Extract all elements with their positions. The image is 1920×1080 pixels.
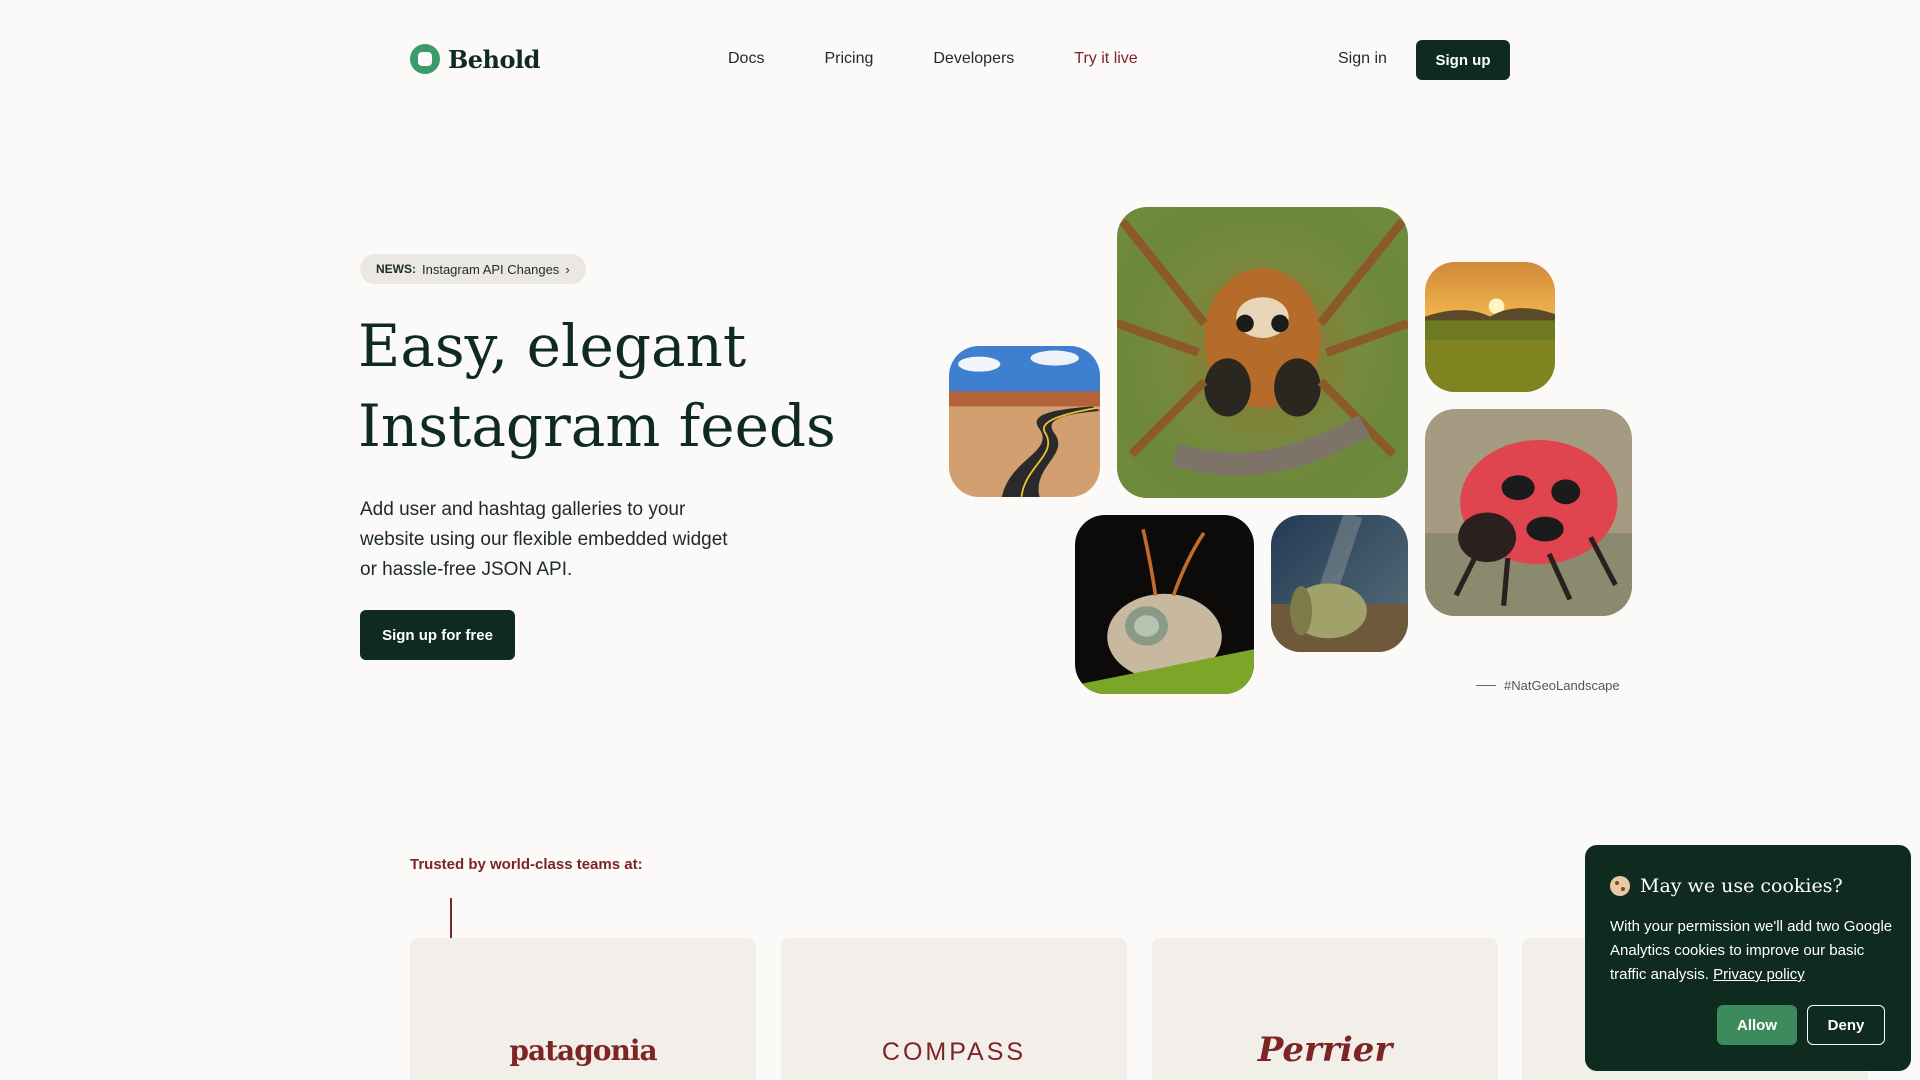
brand-logo-patagonia: patagonia	[509, 1034, 657, 1067]
logo-mark-icon	[410, 44, 440, 74]
signup-free-button[interactable]: Sign up for free	[360, 610, 515, 660]
nav-link-pricing[interactable]: Pricing	[824, 50, 873, 68]
nav-link-docs[interactable]: Docs	[728, 50, 764, 68]
privacy-policy-link[interactable]: Privacy policy	[1713, 966, 1805, 983]
photo-sunflower-field	[1425, 262, 1555, 392]
hero-title: Easy, elegant Instagram feeds	[358, 306, 918, 466]
cookie-icon	[1610, 876, 1630, 896]
cookie-text: With your permission we'll add two Googl…	[1610, 915, 1900, 987]
cookie-banner: May we use cookies? With your permission…	[1585, 845, 1911, 1071]
allow-cookies-button[interactable]: Allow	[1717, 1005, 1797, 1045]
photo-ladybug	[1425, 409, 1632, 616]
brand-card-compass: COMPASS	[781, 938, 1127, 1080]
signin-link[interactable]: Sign in	[1338, 50, 1387, 68]
logo-text: Behold	[448, 44, 540, 74]
hashtag-text: #NatGeoLandscape	[1504, 678, 1620, 693]
photo-spider	[1117, 207, 1408, 498]
photo-milky-way-hay-bale	[1271, 515, 1408, 652]
hashtag-caption: #NatGeoLandscape	[1476, 678, 1620, 693]
brand-card-patagonia: patagonia	[410, 938, 756, 1080]
nav-link-developers[interactable]: Developers	[933, 50, 1014, 68]
hero-title-line2: Instagram feeds	[358, 392, 836, 460]
chevron-right-icon: ›	[565, 261, 570, 277]
hero-subtitle: Add user and hashtag galleries to your w…	[360, 499, 728, 580]
nav-link-try-it-live[interactable]: Try it live	[1074, 50, 1137, 68]
top-navigation: Behold Docs Pricing Developers Try it li…	[0, 0, 1920, 120]
cookie-title-text: May we use cookies?	[1640, 875, 1843, 897]
news-tag: NEWS:	[376, 262, 416, 276]
caption-dash	[1476, 685, 1496, 686]
brand-card-perrier: Perrier	[1152, 938, 1498, 1080]
cookie-title: May we use cookies?	[1610, 875, 1843, 897]
brand-logo-compass: COMPASS	[881, 1038, 1027, 1066]
logo-link[interactable]: Behold	[410, 44, 540, 74]
brand-logo-perrier: Perrier	[1257, 1030, 1393, 1070]
deny-cookies-button[interactable]: Deny	[1807, 1005, 1885, 1045]
news-pill[interactable]: NEWS: Instagram API Changes ›	[360, 254, 586, 284]
news-text: Instagram API Changes	[422, 261, 560, 277]
hero-title-line1: Easy, elegant	[358, 312, 747, 380]
photo-bee	[1075, 515, 1254, 694]
signup-button[interactable]: Sign up	[1416, 40, 1510, 80]
photo-desert-road	[949, 346, 1100, 497]
trusted-heading: Trusted by world-class teams at:	[410, 856, 643, 873]
nav-links: Docs Pricing Developers Try it live	[728, 50, 1198, 68]
